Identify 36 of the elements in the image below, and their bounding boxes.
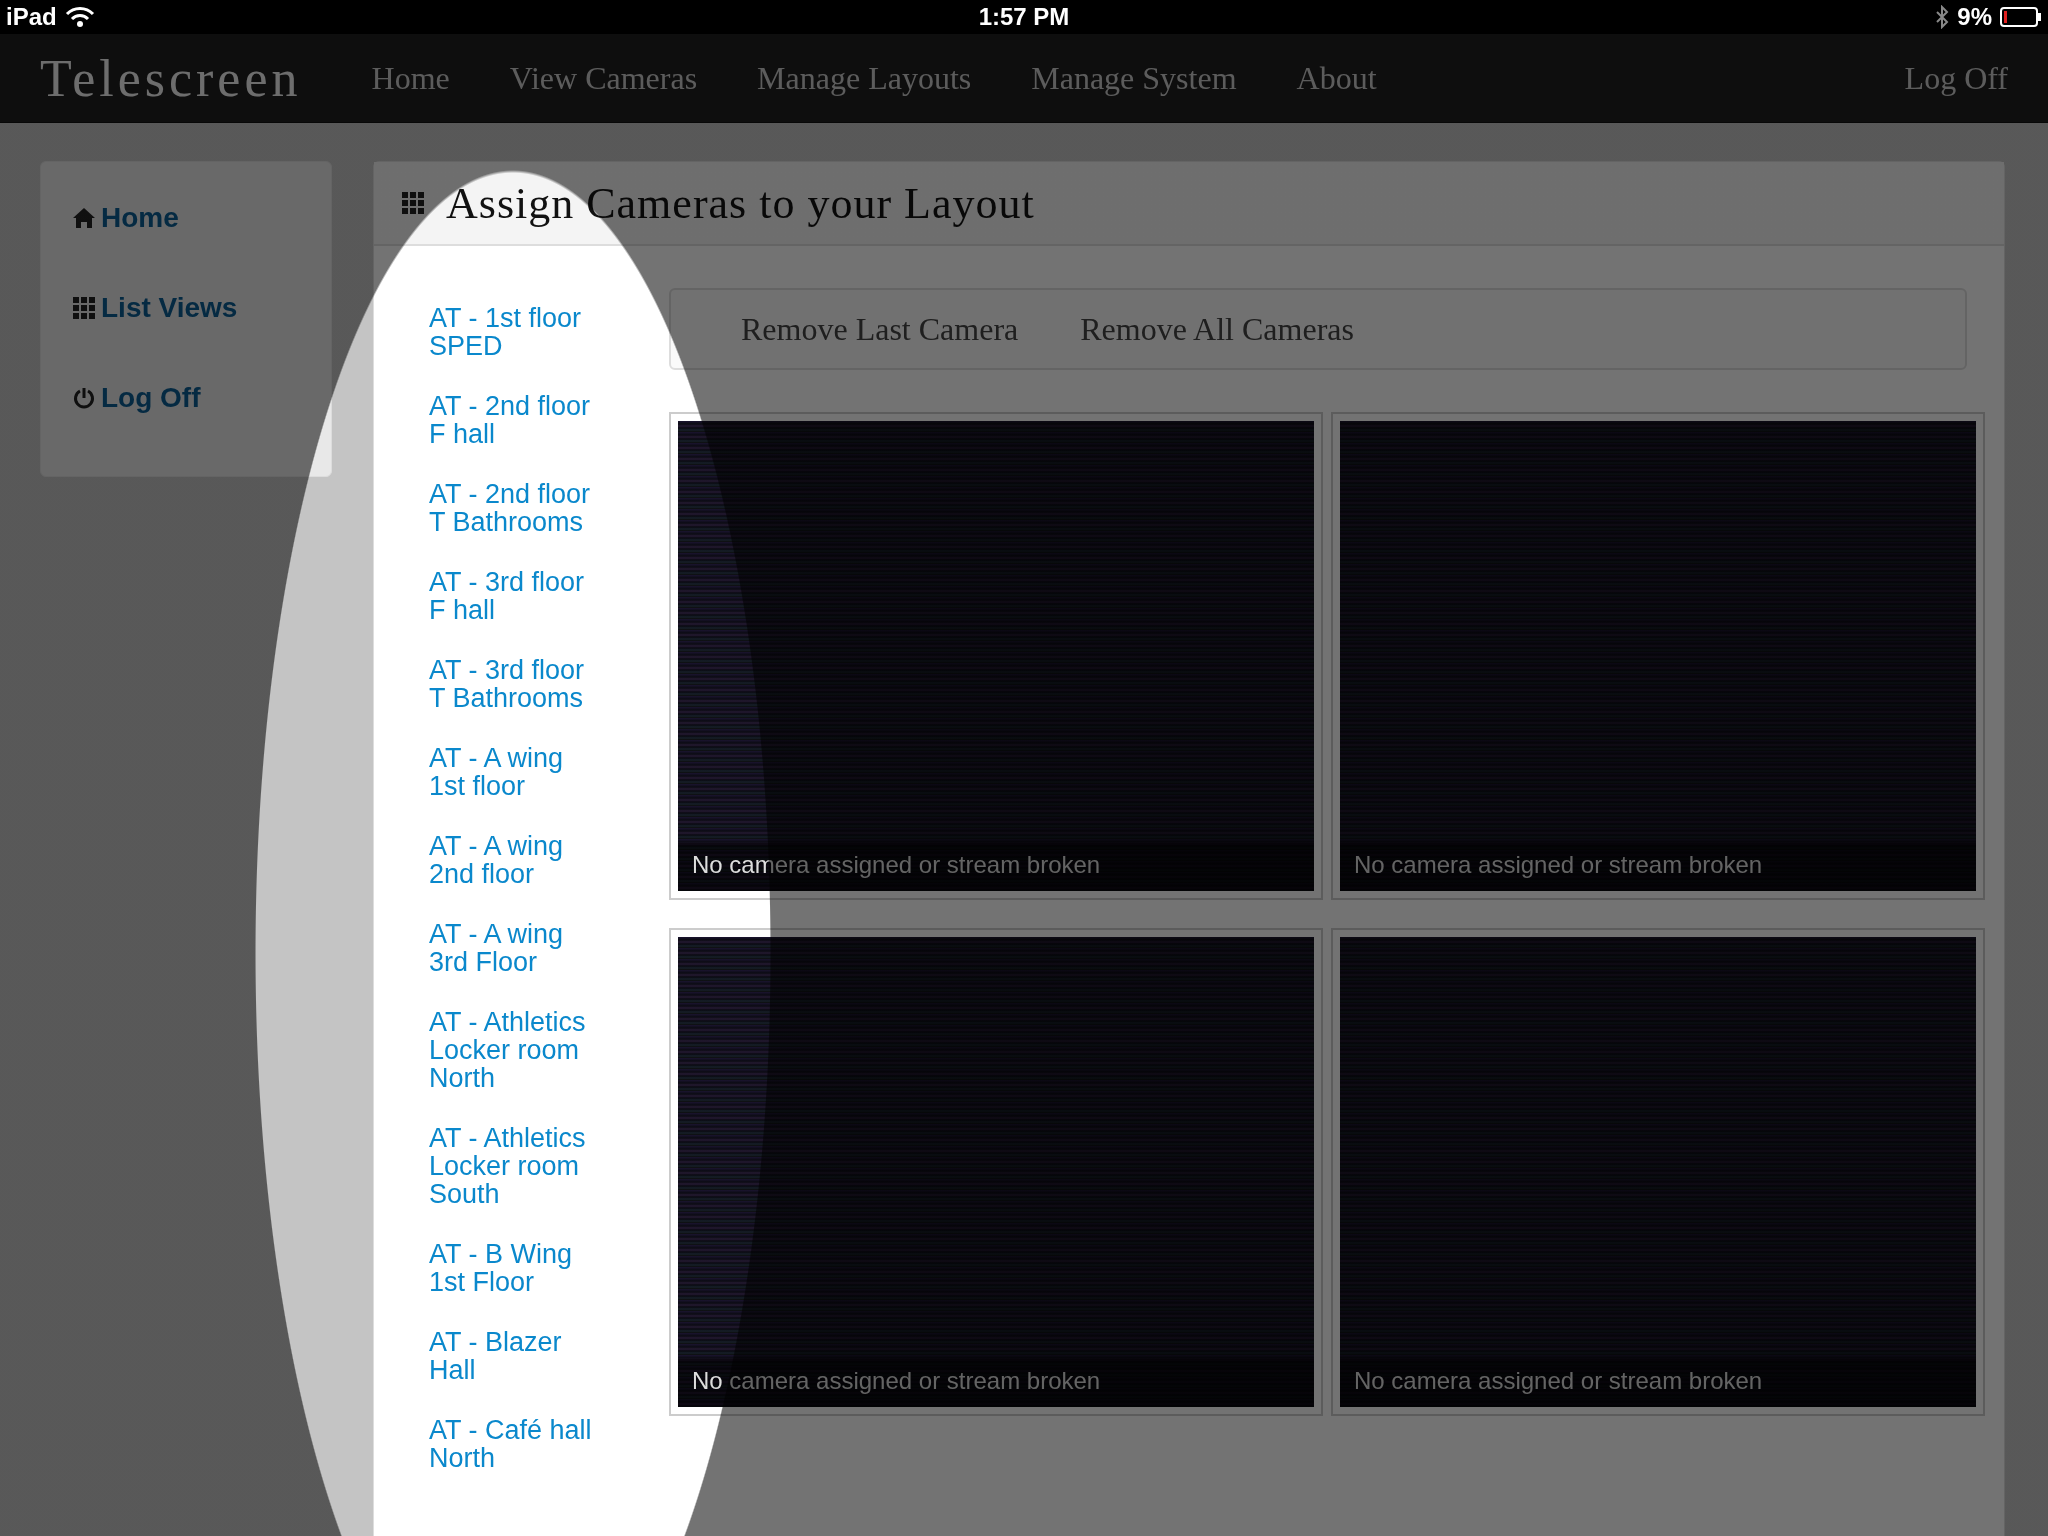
camera-link[interactable]: AT - 3rd floor F hall — [429, 568, 599, 624]
device-name: iPad — [6, 3, 57, 31]
toolbar-button[interactable]: Remove Last Camera — [741, 310, 1019, 348]
sidebar-link[interactable]: List Views — [71, 292, 331, 324]
nav-link[interactable]: Manage System — [1031, 59, 1237, 97]
camera-link[interactable]: AT - Café hall North — [429, 1416, 599, 1472]
home-icon — [71, 205, 97, 231]
grid-icon — [402, 192, 424, 214]
camera-link[interactable]: AT - B Wing 1st Floor — [429, 1240, 599, 1296]
camera-link[interactable]: AT - Athletics Locker room South — [429, 1124, 599, 1208]
camera-link[interactable]: AT - A wing 2nd floor — [429, 832, 599, 888]
panel-title: Assign Cameras to your Layout — [446, 177, 1035, 229]
wifi-icon — [64, 6, 95, 28]
toolbar-button[interactable]: Remove All Cameras — [1080, 310, 1354, 348]
brand-logo: Telescreen — [40, 48, 302, 108]
camera-link[interactable]: AT - 3rd floor T Bathrooms — [429, 656, 599, 712]
power-icon — [71, 385, 97, 411]
battery-icon — [2000, 7, 2042, 27]
camera-link[interactable]: AT - 2nd floor T Bathrooms — [429, 480, 599, 536]
nav-link[interactable]: Home — [371, 59, 450, 97]
bluetooth-icon — [1935, 5, 1950, 29]
nav-link[interactable]: View Cameras — [509, 59, 698, 97]
camera-link[interactable]: AT - 1st floor SPED — [429, 304, 599, 360]
sidebar-link[interactable]: Home — [71, 202, 331, 234]
camera-link[interactable]: AT - A wing 1st floor — [429, 744, 599, 800]
sidebar-link[interactable]: Log Off — [71, 382, 331, 414]
nav-link[interactable]: About — [1296, 59, 1377, 97]
camera-link[interactable]: AT - Athletics Locker room North — [429, 1008, 599, 1092]
camera-link[interactable]: AT - A wing 3rd Floor — [429, 920, 599, 976]
camera-link[interactable]: AT - 2nd floor F hall — [429, 392, 599, 448]
grid-icon — [71, 295, 97, 321]
nav-link[interactable]: Manage Layouts — [757, 59, 972, 97]
log-off-link[interactable]: Log Off — [1904, 59, 2008, 97]
status-time: 1:57 PM — [978, 3, 1070, 31]
battery-percent: 9% — [1957, 3, 1992, 31]
camera-link[interactable]: AT - Blazer Hall — [429, 1328, 599, 1384]
